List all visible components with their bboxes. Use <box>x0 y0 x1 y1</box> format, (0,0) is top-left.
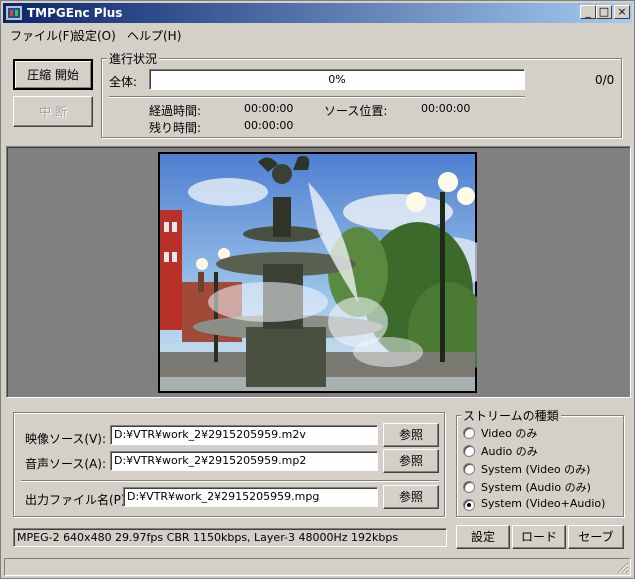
audio-source-label: 音声ソース(A): <box>25 457 107 471</box>
preview-image <box>158 152 477 393</box>
radio-button[interactable] <box>463 445 475 457</box>
progress-count: 0/0 <box>595 73 615 87</box>
radio-button-selected[interactable] <box>463 499 475 511</box>
elapsed-value: 00:00:00 <box>244 102 294 115</box>
elapsed-label: 経過時間: <box>149 104 202 118</box>
stop-button[interactable]: 中 断 <box>13 96 93 127</box>
menu-file[interactable]: ファイル(F) <box>10 27 74 44</box>
stream-option-system-video[interactable]: System (Video のみ) <box>463 461 613 477</box>
remaining-value: 00:00:00 <box>244 119 294 132</box>
stream-option-label: Video のみ <box>481 427 538 440</box>
progress-percent: 0% <box>328 73 346 86</box>
title-bar[interactable]: TMPGEnc Plus _ □ × <box>3 3 632 23</box>
menu-bar: ファイル(F) 設定(O) ヘルプ(H) <box>3 25 632 43</box>
source-position-value: 00:00:00 <box>421 102 471 115</box>
save-button[interactable]: セーブ <box>568 525 624 549</box>
sources-divider <box>21 480 439 482</box>
menu-help[interactable]: ヘルプ(H) <box>127 27 181 44</box>
start-compression-button[interactable]: 圧縮 開始 <box>13 59 93 90</box>
total-label: 全体: <box>109 75 138 89</box>
app-window: TMPGEnc Plus _ □ × ファイル(F) 設定(O) ヘルプ(H) … <box>0 0 635 579</box>
stream-option-label: System (Video のみ) <box>481 463 591 476</box>
output-browse-button[interactable]: 参照 <box>383 485 439 509</box>
radio-button[interactable] <box>463 463 475 475</box>
load-button[interactable]: ロード <box>512 525 566 549</box>
stream-option-label: System (Video+Audio) <box>481 497 606 510</box>
stream-type-label: ストリームの種類 <box>461 407 561 424</box>
total-progress-bar: 0% <box>149 69 525 90</box>
minimize-button[interactable]: _ <box>580 5 596 19</box>
stream-option-label: System (Audio のみ) <box>481 481 591 494</box>
progress-divider <box>109 96 525 98</box>
stream-option-label: Audio のみ <box>481 445 538 458</box>
status-bar <box>4 558 631 576</box>
output-file-input[interactable]: D:¥VTR¥work_2¥2915205959.mpg <box>123 487 378 507</box>
radio-button[interactable] <box>463 481 475 493</box>
video-source-input[interactable]: D:¥VTR¥work_2¥2915205959.m2v <box>110 425 378 445</box>
window-title: TMPGEnc Plus <box>27 6 123 20</box>
output-file-label: 出力ファイル名(P): <box>25 493 130 507</box>
source-position-label: ソース位置: <box>324 104 388 118</box>
video-browse-button[interactable]: 参照 <box>383 423 439 447</box>
settings-button[interactable]: 設定 <box>456 525 510 549</box>
video-source-label: 映像ソース(V): <box>25 432 107 446</box>
maximize-button[interactable]: □ <box>596 5 612 19</box>
audio-browse-button[interactable]: 参照 <box>383 449 439 473</box>
stream-option-audio-only[interactable]: Audio のみ <box>463 443 613 459</box>
stream-info-status: MPEG-2 640x480 29.97fps CBR 1150kbps, La… <box>13 528 447 547</box>
app-icon <box>6 6 22 20</box>
close-button[interactable]: × <box>614 5 630 19</box>
radio-button[interactable] <box>463 427 475 439</box>
progress-group-label: 進行状況 <box>107 50 160 67</box>
remaining-label: 残り時間: <box>149 121 202 135</box>
stream-option-system-video-audio[interactable]: System (Video+Audio) <box>463 497 618 513</box>
menu-settings[interactable]: 設定(O) <box>73 27 116 44</box>
stream-option-video-only[interactable]: Video のみ <box>463 425 613 441</box>
audio-source-input[interactable]: D:¥VTR¥work_2¥2915205959.mp2 <box>110 451 378 471</box>
stream-option-system-audio[interactable]: System (Audio のみ) <box>463 479 613 495</box>
resize-grip-icon[interactable] <box>617 562 629 574</box>
